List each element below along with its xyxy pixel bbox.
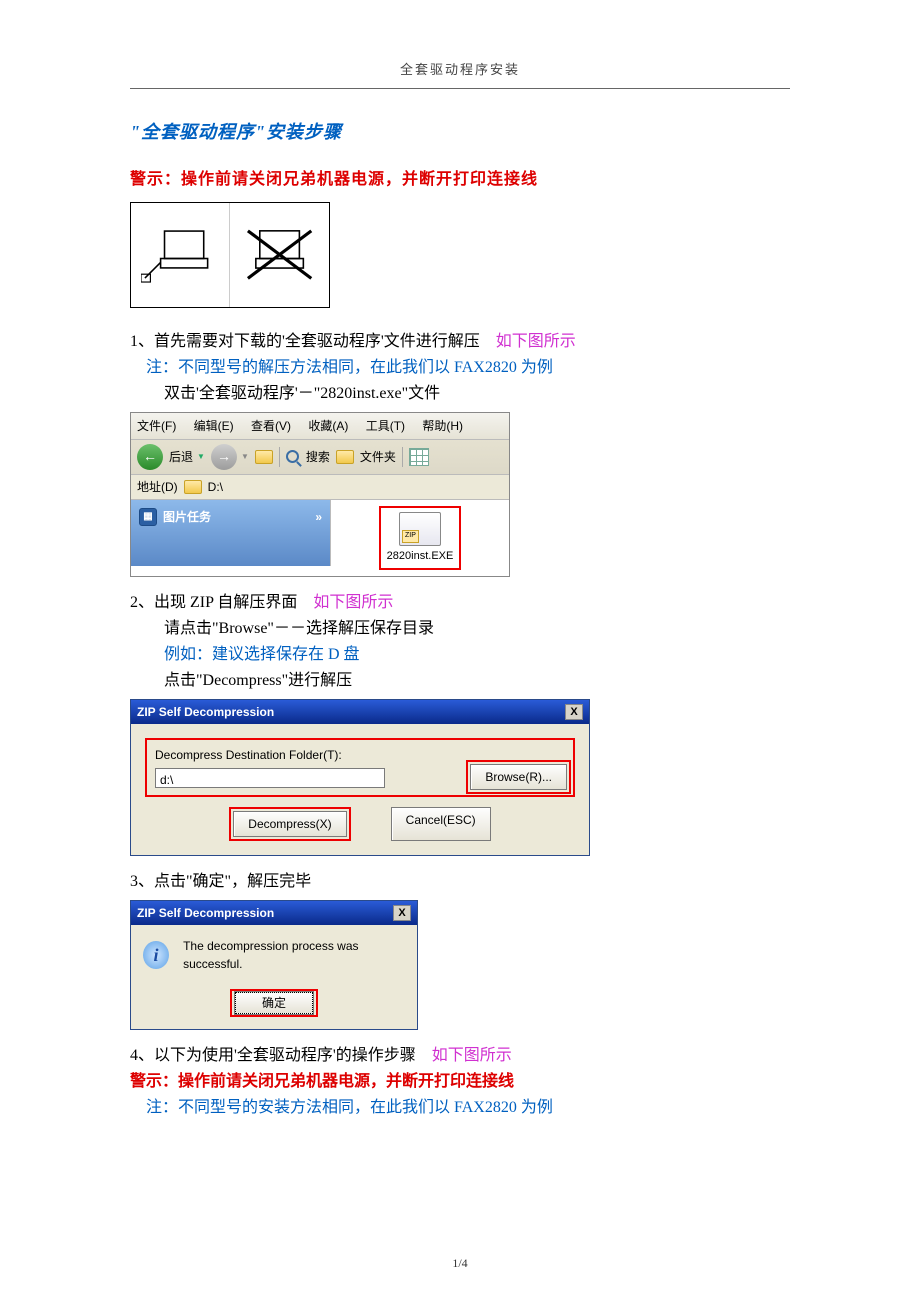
forward-button-icon[interactable]: →: [211, 444, 237, 470]
step4-hint: 如下图所示: [432, 1047, 512, 1064]
address-value[interactable]: D:\: [208, 478, 223, 496]
success-message: The decompression process was successful…: [183, 937, 405, 973]
step2-line2: 请点击"Browse"－－选择解压保存目录: [164, 617, 790, 641]
step2-note: 例如：建议选择保存在 D 盘: [164, 643, 790, 667]
step1-line2: 双击'全套驱动程序'－"2820inst.exe"文件: [164, 382, 790, 406]
explorer-file-list: 2820inst.EXE: [331, 500, 509, 577]
step2-line1: 2、出现 ZIP 自解压界面 如下图所示: [130, 591, 790, 615]
explorer-tasks-pane: ▦ 图片任务 »: [131, 500, 331, 566]
explorer-menu-bar: 文件(F) 编辑(E) 查看(V) 收藏(A) 工具(T) 帮助(H): [131, 413, 509, 440]
step2-text: 2、出现 ZIP 自解压界面: [130, 594, 297, 611]
forward-dropdown-icon[interactable]: ▼: [241, 451, 249, 463]
page-number: 1/4: [0, 1254, 920, 1272]
chevron-icon[interactable]: »: [315, 508, 322, 526]
warning-line: 警示：操作前请关闭兄弟机器电源，并断开打印连接线: [130, 168, 790, 192]
toolbar-separator-2: [402, 447, 403, 467]
menu-edit[interactable]: 编辑(E): [194, 419, 234, 433]
browse-highlight: Browse(R)...: [466, 760, 571, 794]
file-name[interactable]: 2820inst.EXE: [387, 548, 454, 565]
step4-text: 4、以下为使用'全套驱动程序'的操作步骤: [130, 1047, 416, 1064]
info-icon: i: [143, 941, 169, 969]
dialog2-title: ZIP Self Decompression: [137, 904, 274, 922]
back-button-icon[interactable]: ←: [137, 444, 163, 470]
menu-favorites[interactable]: 收藏(A): [308, 419, 348, 433]
decompress-highlight: Decompress(X): [229, 807, 350, 841]
menu-file[interactable]: 文件(F): [137, 419, 176, 433]
menu-help[interactable]: 帮助(H): [422, 419, 463, 433]
browse-button[interactable]: Browse(R)...: [470, 764, 567, 790]
printer-cross-illustration: [240, 213, 319, 296]
zip-decompress-dialog: ZIP Self Decompression X Decompress Dest…: [130, 699, 590, 856]
dialog2-title-bar: ZIP Self Decompression X: [131, 901, 417, 925]
picture-tasks-icon: ▦: [139, 508, 157, 526]
explorer-toolbar: ← 后退 ▼ → ▼ 搜索 文件夹: [131, 440, 509, 475]
ok-button[interactable]: 确定: [235, 992, 313, 1014]
back-dropdown-icon[interactable]: ▼: [197, 451, 205, 463]
step1-hint: 如下图所示: [496, 333, 576, 350]
cancel-button[interactable]: Cancel(ESC): [391, 807, 491, 841]
page-header: 全套驱动程序安装: [130, 60, 790, 89]
views-icon[interactable]: [409, 448, 429, 466]
power-off-diagram: [130, 202, 330, 308]
menu-view[interactable]: 查看(V): [251, 419, 291, 433]
step1-text: 1、首先需要对下载的'全套驱动程序'文件进行解压: [130, 333, 480, 350]
explorer-window: 文件(F) 编辑(E) 查看(V) 收藏(A) 工具(T) 帮助(H) ← 后退…: [130, 412, 510, 578]
picture-tasks-label[interactable]: 图片任务: [163, 508, 211, 526]
folders-label[interactable]: 文件夹: [360, 448, 396, 466]
step4-line1: 4、以下为使用'全套驱动程序'的操作步骤 如下图所示: [130, 1044, 790, 1068]
step4-note: 注：不同型号的安装方法相同，在此我们以 FAX2820 为例: [146, 1096, 790, 1120]
decompress-button[interactable]: Decompress(X): [233, 811, 346, 837]
search-label[interactable]: 搜索: [306, 448, 330, 466]
drive-icon: [184, 480, 202, 494]
close-icon[interactable]: X: [565, 704, 583, 720]
up-folder-icon[interactable]: [255, 450, 273, 464]
file-item-highlight: 2820inst.EXE: [379, 506, 462, 571]
step2-line3: 点击"Decompress"进行解压: [164, 669, 790, 693]
dialog-title-bar: ZIP Self Decompression X: [131, 700, 589, 724]
folders-icon[interactable]: [336, 450, 354, 464]
step2-hint: 如下图所示: [313, 594, 393, 611]
toolbar-separator: [279, 447, 280, 467]
step1-line1: 1、首先需要对下载的'全套驱动程序'文件进行解压 如下图所示: [130, 330, 790, 354]
destination-input[interactable]: d:\: [155, 768, 385, 788]
explorer-address-bar: 地址(D) D:\: [131, 475, 509, 500]
menu-tools[interactable]: 工具(T): [366, 419, 405, 433]
zip-success-dialog: ZIP Self Decompression X i The decompres…: [130, 900, 418, 1030]
ok-highlight: 确定: [230, 989, 318, 1017]
close-icon-2[interactable]: X: [393, 905, 411, 921]
dialog-title: ZIP Self Decompression: [137, 703, 274, 721]
zip-file-icon[interactable]: [399, 512, 441, 546]
step1-note: 注：不同型号的解压方法相同，在此我们以 FAX2820 为例: [146, 356, 790, 380]
printer-unplug-illustration: [141, 213, 219, 296]
address-label: 地址(D): [137, 478, 178, 496]
step4-warning: 警示：操作前请关闭兄弟机器电源，并断开打印连接线: [130, 1070, 790, 1094]
step3-line: 3、点击"确定"，解压完毕: [130, 870, 790, 894]
doc-title: "全套驱动程序"安装步骤: [130, 119, 790, 146]
search-icon[interactable]: [286, 450, 300, 464]
back-label[interactable]: 后退: [169, 448, 193, 466]
